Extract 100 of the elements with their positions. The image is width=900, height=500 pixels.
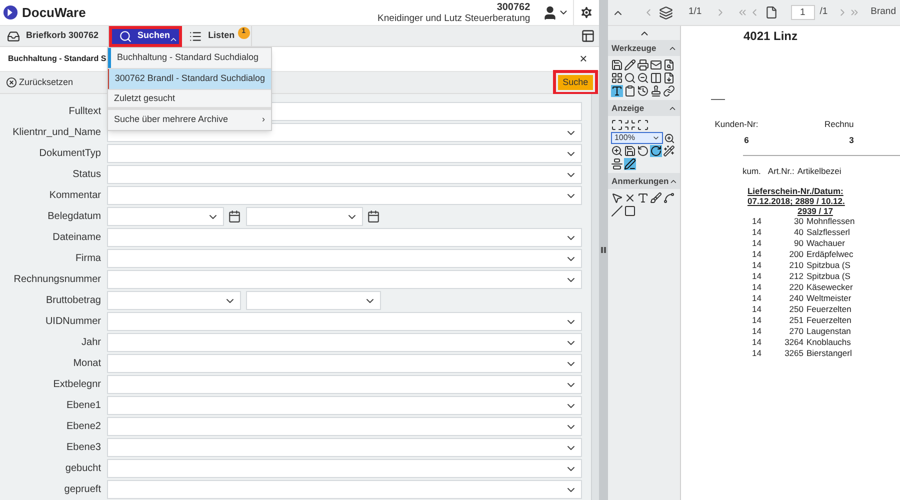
page-input[interactable]: 1 [790,5,815,20]
field-label: Ebene2 [66,420,102,434]
tab[interactable]: Suchen [108,26,182,46]
field-label: Dateiname [52,231,102,245]
article-name-cell-text: Erdäpfelwec [805,249,854,260]
scrollbar[interactable] [591,94,600,500]
article-number-cell-text: 200 [788,249,804,260]
reset-button[interactable]: Zurücksetzen [6,76,74,90]
zoom-area-icon[interactable] [664,132,676,144]
dropdown-field[interactable] [107,459,582,478]
curve-icon[interactable] [663,192,676,204]
dropdown-field[interactable] [107,438,582,457]
text-icon[interactable] [637,192,650,204]
fit-page-icon[interactable] [611,119,624,131]
menu-item[interactable]: Suche über mehrere Archive › [108,110,271,130]
pen-icon[interactable] [624,158,636,170]
dropdown-field[interactable] [107,333,582,352]
quantity-cell-text: 14 [751,326,762,338]
dropdown-field[interactable] [107,417,582,436]
quantity-cell-text: 14 [751,348,762,360]
calendar-icon[interactable] [228,210,241,223]
dropdown-field[interactable] [107,312,582,331]
rectangle-icon[interactable] [624,205,636,217]
dropdown-field[interactable] [107,480,582,499]
zoom-out-icon[interactable] [637,72,650,84]
dropdown-field[interactable] [107,291,241,310]
mail-icon[interactable] [650,59,662,71]
settings-icon [579,5,594,20]
delivery-line: 07.12.2018; 2889 / 10.12. [747,196,846,206]
field-label: Jahr [80,336,102,350]
text-recognition-icon[interactable] [611,85,624,97]
quantity-cell-text: 14 [751,315,762,326]
fit-area-icon[interactable] [637,119,650,131]
rotate-right-icon[interactable] [650,145,662,157]
dropdown-field[interactable] [107,186,582,205]
document-city: 4021 Linz [742,28,799,45]
field-label: Bruttobetrag [44,294,102,308]
zoom-area-icon[interactable] [611,145,624,157]
dropdown-field[interactable] [107,354,582,373]
field-label: Belegdatum [46,210,102,224]
article-name-cell-text: Weltmeister [805,293,852,304]
dropdown-field[interactable] [107,396,582,415]
delivery-heading: Lieferschein-Nr./Datum: [747,186,844,196]
field-label: Ebene3 [66,441,102,455]
dialog-title: Buchhaltung - Standard S [8,53,106,65]
dropdown-field[interactable] [107,144,582,163]
article-name-cell-text: Käsewecker [805,282,853,294]
close-button[interactable]: × [576,49,592,69]
save-icon[interactable] [611,59,624,71]
pencil-icon[interactable] [624,59,636,71]
columns-icon[interactable] [650,72,662,84]
company-name: Kneidinger und Lutz Steuerberatung [378,12,530,24]
invoice-number: 3 [849,134,854,146]
stamp-icon[interactable] [650,85,662,97]
column-header: Artikelbezei [797,164,842,178]
dropdown-field[interactable] [246,207,363,226]
fit-width-icon[interactable] [624,119,636,131]
link-icon[interactable] [663,85,676,97]
menu-item[interactable]: 300762 Brandl - Standard Suchdialog [108,69,271,89]
cross-icon[interactable] [624,192,636,204]
quantity-cell-text: 14 [751,304,762,316]
wand-icon[interactable] [663,145,676,157]
line-icon[interactable] [611,205,624,217]
document-info-icon[interactable] [663,59,676,71]
clipboard-icon[interactable] [624,85,636,97]
window-icon[interactable] [581,29,596,43]
save-icon[interactable] [624,145,636,157]
dropdown-field[interactable] [107,228,582,247]
print-icon[interactable] [637,59,650,71]
dropdown-field[interactable] [107,165,582,184]
article-number-cell-text: 30 [793,216,804,228]
column-label: Rechnu [824,118,854,131]
dropdown-field[interactable] [107,270,582,289]
dropdown-field[interactable] [107,207,224,226]
download-icon[interactable] [663,72,676,84]
dropdown-field[interactable] [107,249,582,268]
dropdown-field[interactable] [246,291,381,310]
calendar-icon[interactable] [367,210,380,223]
align-icon[interactable] [611,158,624,170]
search-icon[interactable] [624,72,636,84]
dropdown-field[interactable] [107,375,582,394]
layers-icon[interactable] [659,6,674,20]
app-logo: DocuWare [22,4,86,22]
grid-icon[interactable] [611,72,624,84]
logo-icon [3,5,18,20]
article-number-cell-text: 40 [793,227,804,238]
article-name-cell-text: Bierstangerl [805,348,852,360]
rotate-left-icon[interactable] [637,145,650,157]
column-label: Kunden-Nr: [714,118,758,131]
zoom-select[interactable]: 100% [611,132,664,144]
field-label: Firma [74,252,102,266]
article-number-cell-text: 212 [788,271,804,282]
quantity-cell-text: 14 [751,260,762,272]
brush-icon[interactable] [650,192,662,204]
menu-item[interactable]: Buchhaltung - Standard Suchdialog [110,48,271,68]
history-icon[interactable] [637,85,650,97]
pointer-icon[interactable] [611,192,624,204]
article-number-cell-text: 240 [788,293,804,304]
quantity-cell-text: 14 [751,249,762,260]
menu-item[interactable]: Zuletzt gesucht [108,90,271,110]
